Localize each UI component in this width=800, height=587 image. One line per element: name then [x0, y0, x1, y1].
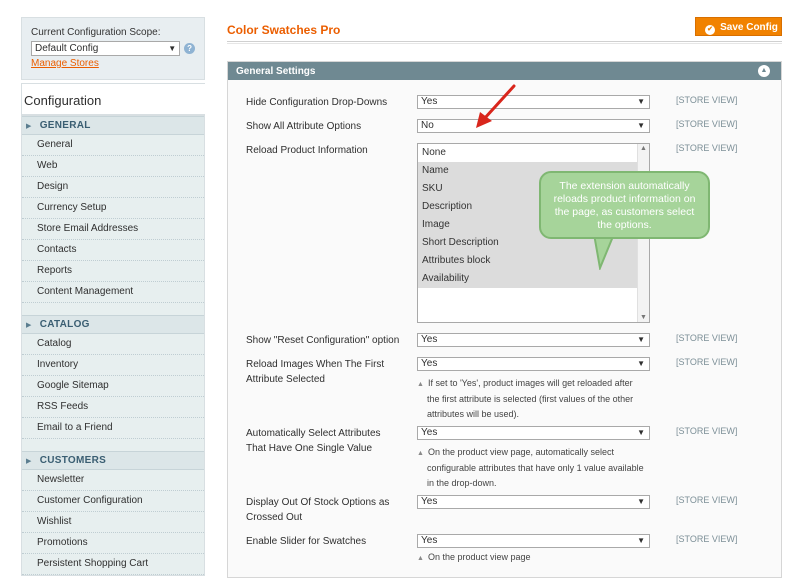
show-all-options-select[interactable]: No ▼	[417, 119, 650, 133]
row-enable-slider: Enable Slider for Swatches Yes ▼ [STORE V…	[246, 534, 776, 566]
triangle-right-icon: ▶	[26, 322, 32, 329]
save-config-button[interactable]: ✔ Save Config	[695, 17, 782, 36]
fieldset-header[interactable]: General Settings ▲	[228, 62, 781, 80]
field-note: ▲ On the product view page, automatically…	[417, 447, 644, 488]
nav-item-wishlist[interactable]: Wishlist	[22, 512, 204, 533]
chevron-down-icon: ▼	[637, 359, 645, 368]
field-label: Enable Slider for Swatches	[246, 536, 367, 547]
nav-item-currency-setup[interactable]: Currency Setup	[22, 198, 204, 219]
triangle-up-icon: ▲	[417, 555, 424, 562]
collapse-up-icon[interactable]: ▲	[758, 65, 770, 77]
scope-select-value: Default Config	[35, 43, 99, 54]
save-config-label: Save Config	[720, 21, 778, 33]
field-label: Reload Product Information	[246, 145, 368, 156]
nav-item-google-sitemap[interactable]: Google Sitemap	[22, 376, 204, 397]
field-label: Automatically Select Attributes That Hav…	[246, 428, 381, 454]
scope-label: [STORE VIEW]	[676, 143, 738, 153]
reload-images-select[interactable]: Yes ▼	[417, 357, 650, 371]
hide-dropdowns-select[interactable]: Yes ▼	[417, 95, 650, 109]
scope-select[interactable]: Default Config ▼	[31, 41, 181, 56]
scope-label: [STORE VIEW]	[676, 95, 738, 105]
scroll-up-icon[interactable]: ▲	[640, 145, 647, 152]
nav-item-reports[interactable]: Reports	[22, 261, 204, 282]
check-circle-icon: ✔	[705, 24, 716, 35]
chevron-down-icon: ▼	[637, 536, 645, 545]
out-of-stock-select[interactable]: Yes ▼	[417, 495, 650, 509]
chevron-down-icon: ▼	[637, 428, 645, 437]
scope-label: [STORE VIEW]	[676, 357, 738, 367]
scope-label: [STORE VIEW]	[676, 534, 738, 544]
scope-label: [STORE VIEW]	[676, 495, 738, 505]
callout-bubble: The extension automatically reloads prod…	[539, 171, 710, 239]
nav-item-email-to-a-friend[interactable]: Email to a Friend	[22, 418, 204, 439]
triangle-right-icon: ▶	[26, 458, 32, 465]
nav-item-customer-configuration[interactable]: Customer Configuration	[22, 491, 204, 512]
multiselect-option[interactable]: None	[418, 144, 649, 162]
scope-label: Current Configuration Scope:	[31, 27, 161, 38]
triangle-up-icon: ▲	[417, 450, 424, 457]
nav-item-newsletter[interactable]: Newsletter	[22, 470, 204, 491]
field-note: ▲ If set to 'Yes', product images will ge…	[417, 378, 634, 419]
nav-section-customers[interactable]: ▶ CUSTOMERS	[22, 451, 204, 470]
row-out-of-stock: Display Out Of Stock Options as Crossed …	[246, 495, 776, 527]
scope-label: [STORE VIEW]	[676, 333, 738, 343]
nav-item-contacts[interactable]: Contacts	[22, 240, 204, 261]
nav-item-inventory[interactable]: Inventory	[22, 355, 204, 376]
scope-label: [STORE VIEW]	[676, 119, 738, 129]
chevron-down-icon: ▼	[637, 335, 645, 344]
page-title: Color Swatches Pro	[227, 23, 341, 37]
field-label: Hide Configuration Drop-Downs	[246, 97, 388, 108]
chevron-down-icon: ▼	[637, 497, 645, 506]
chevron-down-icon: ▼	[637, 121, 645, 130]
row-auto-select: Automatically Select Attributes That Hav…	[246, 426, 776, 488]
field-label: Show All Attribute Options	[246, 121, 362, 132]
nav-item-persistent-shopping-cart[interactable]: Persistent Shopping Cart	[22, 554, 204, 575]
sidebar-title: Configuration	[21, 83, 205, 115]
fieldset-title: General Settings	[236, 66, 316, 77]
title-divider	[227, 41, 782, 44]
reset-option-select[interactable]: Yes ▼	[417, 333, 650, 347]
help-icon[interactable]: ?	[184, 43, 195, 54]
triangle-up-icon: ▲	[417, 381, 424, 388]
config-nav: ▶ GENERAL General Web Design Currency Set…	[21, 115, 205, 576]
annotation-arrow-icon	[476, 84, 516, 128]
scope-row: Default Config ▼ ?	[31, 41, 195, 56]
scope-switcher: Current Configuration Scope: Default Con…	[21, 17, 205, 80]
general-settings-fieldset: General Settings ▲ Hide Configuration Dr…	[227, 61, 782, 578]
nav-item-web[interactable]: Web	[22, 156, 204, 177]
scroll-down-icon[interactable]: ▼	[640, 314, 647, 321]
field-note: ▲ On the product view page	[417, 552, 531, 562]
field-label: Show "Reset Configuration" option	[246, 335, 400, 346]
nav-item-general[interactable]: General	[22, 135, 204, 156]
row-reset-option: Show "Reset Configuration" option Yes ▼ […	[246, 333, 776, 349]
nav-gap	[22, 439, 204, 451]
nav-item-design[interactable]: Design	[22, 177, 204, 198]
nav-item-catalog[interactable]: Catalog	[22, 334, 204, 355]
field-label: Display Out Of Stock Options as Crossed …	[246, 497, 390, 523]
field-label: Reload Images When The First Attribute S…	[246, 359, 385, 385]
nav-gap	[22, 303, 204, 315]
row-reload-images: Reload Images When The First Attribute S…	[246, 357, 776, 419]
chevron-down-icon: ▼	[637, 97, 645, 106]
nav-item-store-email-addresses[interactable]: Store Email Addresses	[22, 219, 204, 240]
multiselect-option[interactable]: Availability	[418, 270, 649, 288]
chevron-down-icon: ▼	[168, 44, 177, 53]
nav-item-rss-feeds[interactable]: RSS Feeds	[22, 397, 204, 418]
auto-select-select[interactable]: Yes ▼	[417, 426, 650, 440]
enable-slider-select[interactable]: Yes ▼	[417, 534, 650, 548]
nav-item-content-management[interactable]: Content Management	[22, 282, 204, 303]
nav-section-general[interactable]: ▶ GENERAL	[22, 116, 204, 135]
nav-item-promotions[interactable]: Promotions	[22, 533, 204, 554]
scope-label: [STORE VIEW]	[676, 426, 738, 436]
manage-stores-link[interactable]: Manage Stores	[31, 58, 195, 69]
triangle-right-icon: ▶	[26, 123, 32, 130]
callout-tail	[592, 234, 616, 270]
nav-section-catalog[interactable]: ▶ CATALOG	[22, 315, 204, 334]
